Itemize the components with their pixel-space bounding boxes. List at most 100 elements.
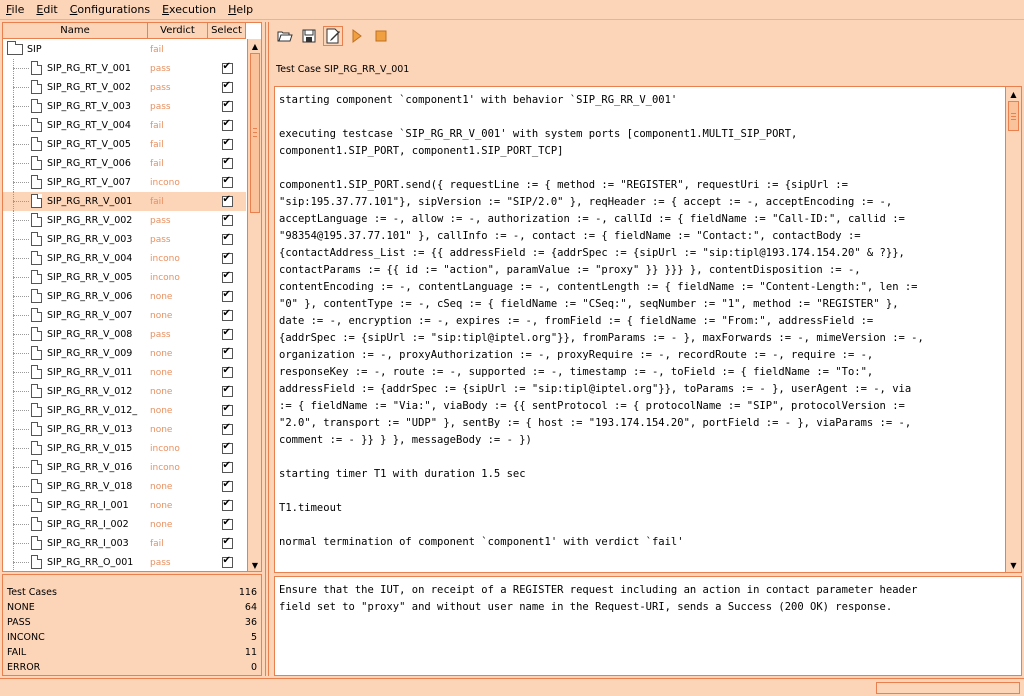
tree-row-root[interactable]: SIP fail <box>3 40 246 59</box>
menu-execution[interactable]: Execution <box>162 3 216 16</box>
edit-document-button[interactable] <box>323 26 343 46</box>
run-button[interactable] <box>347 26 367 46</box>
select-checkbox[interactable] <box>221 99 233 112</box>
save-button[interactable] <box>299 26 319 46</box>
select-checkbox[interactable] <box>221 479 233 492</box>
stop-icon <box>375 30 387 42</box>
tree-row[interactable]: SIP_RG_RR_V_003 pass <box>3 230 246 249</box>
tree-row-verdict: incono <box>150 462 180 473</box>
select-checkbox[interactable] <box>221 175 233 188</box>
scroll-thumb[interactable] <box>250 53 260 213</box>
stat-row: FAIL 11 <box>7 645 257 660</box>
select-checkbox[interactable] <box>221 441 233 454</box>
tree-row[interactable]: SIP_RG_RR_V_005 incono <box>3 268 246 287</box>
select-checkbox[interactable] <box>221 422 233 435</box>
document-icon <box>31 270 42 284</box>
scroll-down-arrow[interactable]: ▼ <box>1006 558 1021 572</box>
select-checkbox[interactable] <box>221 308 233 321</box>
select-checkbox[interactable] <box>221 555 233 568</box>
stop-button[interactable] <box>371 26 391 46</box>
select-checkbox[interactable] <box>221 327 233 340</box>
menu-help[interactable]: Help <box>228 3 253 16</box>
tree-row[interactable]: SIP_RG_RT_V_002 pass <box>3 78 246 97</box>
tree-row-label: SIP_RG_RR_V_002 <box>47 215 133 226</box>
tree-scrollbar[interactable]: ▲ ▼ <box>247 39 261 571</box>
tree-row[interactable]: SIP_RG_RR_V_015 incono <box>3 439 246 458</box>
tree-row[interactable]: SIP_RG_RT_V_001 pass <box>3 59 246 78</box>
select-checkbox[interactable] <box>221 498 233 511</box>
select-checkbox[interactable] <box>221 365 233 378</box>
tree-row[interactable]: SIP_RG_RR_V_011 none <box>3 363 246 382</box>
tree-row[interactable]: SIP_RG_RR_V_008 pass <box>3 325 246 344</box>
select-checkbox[interactable] <box>221 80 233 93</box>
tree-row[interactable]: SIP_RG_RT_V_003 pass <box>3 97 246 116</box>
log-scrollbar[interactable]: ▲ ▼ <box>1005 87 1021 572</box>
tree-row[interactable]: SIP_RG_RR_I_001 none <box>3 496 246 515</box>
play-icon <box>352 29 362 43</box>
select-checkbox[interactable] <box>221 346 233 359</box>
tree-row-verdict: none <box>150 424 173 435</box>
tree-row[interactable]: SIP_RG_RR_V_006 none <box>3 287 246 306</box>
menu-edit[interactable]: Edit <box>36 3 57 16</box>
document-icon <box>31 479 42 493</box>
tree-row[interactable]: SIP_RG_RR_I_003 fail <box>3 534 246 553</box>
select-checkbox[interactable] <box>221 251 233 264</box>
scroll-up-arrow[interactable]: ▲ <box>1006 87 1021 101</box>
tree-row-label: SIP <box>27 44 42 55</box>
tree-row[interactable]: SIP_RG_RT_V_004 fail <box>3 116 246 135</box>
log-entry: normal termination of component `compone… <box>279 536 684 548</box>
column-header-select[interactable]: Select <box>208 23 246 38</box>
tree-row-label: SIP_RG_RR_V_003 <box>47 234 133 245</box>
tree-row[interactable]: SIP_RG_RT_V_005 fail <box>3 135 246 154</box>
tree-row[interactable]: SIP_RG_RR_V_016 incono <box>3 458 246 477</box>
select-checkbox[interactable] <box>221 517 233 530</box>
scroll-up-arrow[interactable]: ▲ <box>248 39 261 53</box>
select-checkbox[interactable] <box>221 289 233 302</box>
tree-row[interactable]: SIP_RG_RR_V_012 none <box>3 382 246 401</box>
scroll-down-arrow[interactable]: ▼ <box>248 558 261 571</box>
stat-label: PASS <box>7 617 31 628</box>
description-text: Ensure that the IUT, on receipt of a REG… <box>279 584 918 613</box>
document-icon <box>31 213 42 227</box>
tree-row[interactable]: SIP_RG_RR_V_001 fail <box>3 192 246 211</box>
tree-row[interactable]: SIP_RG_RR_V_002 pass <box>3 211 246 230</box>
tree-row[interactable]: SIP_RG_RR_I_002 none <box>3 515 246 534</box>
tree-row-verdict: none <box>150 481 173 492</box>
column-header-verdict[interactable]: Verdict <box>148 23 208 38</box>
select-checkbox[interactable] <box>221 137 233 150</box>
tree-row[interactable]: SIP_RG_RR_V_007 none <box>3 306 246 325</box>
menu-configurations[interactable]: Configurations <box>70 3 150 16</box>
panel-splitter[interactable] <box>265 22 269 676</box>
select-checkbox[interactable] <box>221 194 233 207</box>
test-description: Ensure that the IUT, on receipt of a REG… <box>274 576 1022 676</box>
tree-row[interactable]: SIP_RG_RR_V_013 none <box>3 420 246 439</box>
select-checkbox[interactable] <box>221 384 233 397</box>
tree-row[interactable]: SIP_RG_RR_V_018 none <box>3 477 246 496</box>
tree-row[interactable]: SIP_RG_RR_V_004 incono <box>3 249 246 268</box>
tree-row[interactable]: SIP_RG_RR_V_012_ none <box>3 401 246 420</box>
select-checkbox[interactable] <box>221 118 233 131</box>
open-button[interactable] <box>275 26 295 46</box>
select-checkbox[interactable] <box>221 403 233 416</box>
select-checkbox[interactable] <box>221 213 233 226</box>
select-checkbox[interactable] <box>221 156 233 169</box>
tree-row[interactable]: SIP_RG_RR_O_001 pass <box>3 553 246 571</box>
tree-row-label: SIP_RG_RR_I_001 <box>47 500 129 511</box>
tree-row-label: SIP_RG_RT_V_003 <box>47 101 131 112</box>
scroll-thumb[interactable] <box>1008 101 1019 131</box>
menu-file[interactable]: File <box>6 3 24 16</box>
tree-row-label: SIP_RG_RR_V_008 <box>47 329 133 340</box>
tree-row-verdict: fail <box>150 44 164 55</box>
select-checkbox[interactable] <box>221 460 233 473</box>
column-header-name[interactable]: Name <box>3 23 148 38</box>
stat-row: NONE 64 <box>7 600 257 615</box>
tree-row[interactable]: SIP_RG_RR_V_009 none <box>3 344 246 363</box>
tree-row-verdict: pass <box>150 101 171 112</box>
log-entry: executing testcase `SIP_RG_RR_V_001' wit… <box>279 128 798 157</box>
select-checkbox[interactable] <box>221 270 233 283</box>
tree-row[interactable]: SIP_RG_RT_V_007 incono <box>3 173 246 192</box>
select-checkbox[interactable] <box>221 232 233 245</box>
select-checkbox[interactable] <box>221 536 233 549</box>
select-checkbox[interactable] <box>221 61 233 74</box>
tree-row[interactable]: SIP_RG_RT_V_006 fail <box>3 154 246 173</box>
